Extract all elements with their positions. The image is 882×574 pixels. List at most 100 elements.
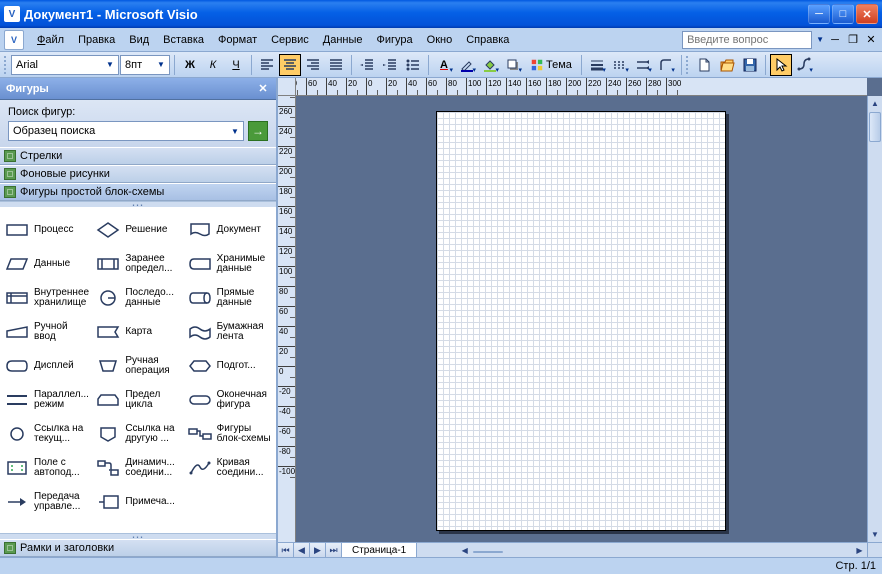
shape-item[interactable]: Ручная операция: [93, 349, 182, 383]
shape-label: Ручная операция: [125, 356, 180, 377]
line-pattern-button[interactable]: [609, 54, 631, 76]
ask-question-input[interactable]: [682, 31, 812, 49]
font-name-combo[interactable]: Arial▼: [11, 55, 119, 75]
category-backgrounds[interactable]: Фоновые рисунки: [0, 165, 276, 183]
drawing-viewport[interactable]: [296, 96, 867, 542]
shape-item[interactable]: Ручной ввод: [2, 315, 91, 349]
fill-color-button[interactable]: [479, 54, 501, 76]
maximize-button[interactable]: □: [832, 4, 854, 24]
shape-item[interactable]: Оконечная фигура: [185, 383, 274, 417]
shape-item[interactable]: Документ: [185, 213, 274, 247]
menu-edit[interactable]: Правка: [71, 31, 122, 49]
close-button[interactable]: ✕: [856, 4, 878, 24]
category-arrows[interactable]: Стрелки: [0, 147, 276, 165]
first-page-button[interactable]: ⏮: [278, 543, 294, 557]
align-center-button[interactable]: [279, 54, 301, 76]
toolbar-grip[interactable]: [4, 56, 8, 74]
line-color-button[interactable]: [456, 54, 478, 76]
shape-item[interactable]: Ссылка на текущ...: [2, 417, 91, 451]
shape-item[interactable]: Последо... данные: [93, 281, 182, 315]
shape-item[interactable]: Бумажная лента: [185, 315, 274, 349]
shape-item[interactable]: Ссылка на другую ...: [93, 417, 182, 451]
shape-item[interactable]: Кривая соедини...: [185, 451, 274, 485]
horizontal-ruler[interactable]: 1008060402002040608010012014016018020022…: [296, 78, 867, 96]
drawing-page[interactable]: [436, 111, 726, 531]
doc-restore-button[interactable]: ❐: [846, 33, 860, 47]
shape-item[interactable]: Поле с автопод...: [2, 451, 91, 485]
hscroll-thumb[interactable]: [473, 551, 503, 553]
shape-item[interactable]: Процесс: [2, 213, 91, 247]
vscroll-thumb[interactable]: [869, 112, 881, 142]
minimize-button[interactable]: ─: [808, 4, 830, 24]
decrease-indent-button[interactable]: [356, 54, 378, 76]
align-right-button[interactable]: [302, 54, 324, 76]
shape-item[interactable]: Примеча...: [93, 485, 182, 519]
menu-help[interactable]: Справка: [459, 31, 516, 49]
shape-item[interactable]: Подгот...: [185, 349, 274, 383]
scroll-down-icon[interactable]: ▼: [868, 527, 882, 542]
shape-item[interactable]: Фигуры блок-схемы: [185, 417, 274, 451]
font-size-combo[interactable]: 8пт▼: [120, 55, 170, 75]
menu-shape[interactable]: Фигура: [370, 31, 420, 49]
shape-item[interactable]: Параллел... режим: [2, 383, 91, 417]
doc-icon[interactable]: V: [4, 30, 24, 50]
shape-item[interactable]: Внутреннее хранилище: [2, 281, 91, 315]
shape-item[interactable]: Дисплей: [2, 349, 91, 383]
shape-label: Ссылка на текущ...: [34, 424, 89, 445]
open-button[interactable]: [716, 54, 738, 76]
next-page-button[interactable]: ▶: [310, 543, 326, 557]
shape-label: Ссылка на другую ...: [125, 424, 180, 445]
doc-close-button[interactable]: ✕: [864, 33, 878, 47]
line-weight-button[interactable]: [586, 54, 608, 76]
menu-service[interactable]: Сервис: [264, 31, 316, 49]
shape-item[interactable]: Карта: [93, 315, 182, 349]
shape-item[interactable]: Динамич... соедини...: [93, 451, 182, 485]
shapes-search-combo[interactable]: Образец поиска▼: [8, 121, 244, 141]
line-ends-button[interactable]: [632, 54, 654, 76]
shapes-search-label: Поиск фигур:: [8, 106, 268, 118]
increase-indent-button[interactable]: [379, 54, 401, 76]
align-left-button[interactable]: [256, 54, 278, 76]
shapes-panel-title-bar: Фигуры ✕: [0, 78, 276, 100]
pointer-tool-button[interactable]: [770, 54, 792, 76]
menu-window[interactable]: Окно: [420, 31, 460, 49]
doc-minimize-button[interactable]: ─: [828, 33, 842, 47]
connector-tool-button[interactable]: [793, 54, 815, 76]
corner-rounding-button[interactable]: [655, 54, 677, 76]
align-justify-button[interactable]: [325, 54, 347, 76]
shape-label: Бумажная лента: [217, 322, 272, 343]
new-button[interactable]: [693, 54, 715, 76]
vertical-scrollbar[interactable]: ▲ ▼: [867, 96, 882, 542]
save-button[interactable]: [739, 54, 761, 76]
shape-item[interactable]: Предел цикла: [93, 383, 182, 417]
menu-format[interactable]: Формат: [211, 31, 264, 49]
shape-item[interactable]: Прямые данные: [185, 281, 274, 315]
menu-insert[interactable]: Вставка: [156, 31, 211, 49]
shapes-search-go-button[interactable]: →: [248, 121, 268, 141]
shape-item[interactable]: Передача управле...: [2, 485, 91, 519]
shape-icon: [4, 220, 30, 240]
bullets-button[interactable]: [402, 54, 424, 76]
menu-view[interactable]: Вид: [122, 31, 156, 49]
menu-data[interactable]: Данные: [316, 31, 370, 49]
scroll-up-icon[interactable]: ▲: [868, 96, 882, 111]
askbox-dropdown-icon[interactable]: ▼: [816, 35, 824, 44]
toolbar-grip-2[interactable]: [686, 56, 690, 74]
last-page-button[interactable]: ⏭: [326, 543, 342, 557]
underline-button[interactable]: Ч: [225, 54, 247, 76]
theme-button[interactable]: Тема: [525, 54, 577, 76]
menu-file[interactable]: Файл: [30, 31, 71, 49]
shape-item[interactable]: Заранее определ...: [93, 247, 182, 281]
shape-item[interactable]: Хранимые данные: [185, 247, 274, 281]
shape-item[interactable]: Данные: [2, 247, 91, 281]
bold-button[interactable]: Ж: [179, 54, 201, 76]
page-tab[interactable]: Страница-1: [342, 543, 417, 558]
shape-item[interactable]: Решение: [93, 213, 182, 247]
prev-page-button[interactable]: ◀: [294, 543, 310, 557]
shapes-panel-close-icon[interactable]: ✕: [256, 82, 270, 96]
vertical-ruler[interactable]: 3002802602402202001801601401201008060402…: [278, 96, 296, 542]
category-frames[interactable]: Рамки и заголовки: [0, 539, 276, 557]
font-color-button[interactable]: A: [433, 54, 455, 76]
shadow-button[interactable]: [502, 54, 524, 76]
italic-button[interactable]: К: [202, 54, 224, 76]
